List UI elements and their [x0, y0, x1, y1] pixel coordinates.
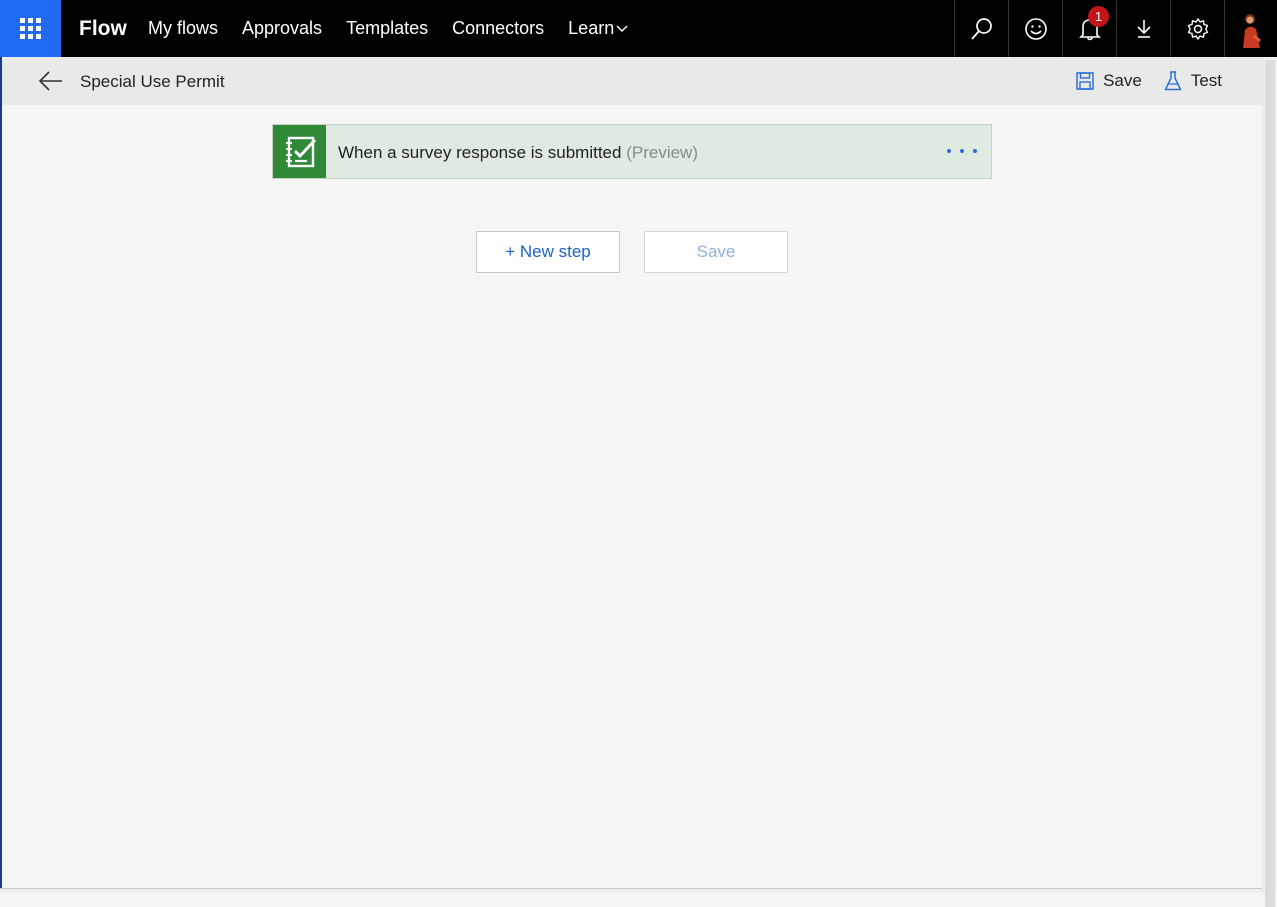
survey-checklist-icon	[285, 136, 316, 167]
app-launcher-button[interactable]	[0, 0, 61, 57]
preview-tag: (Preview)	[626, 143, 698, 162]
nav-learn-label: Learn	[568, 18, 615, 38]
nav-approvals[interactable]: Approvals	[242, 18, 322, 39]
test-button[interactable]: Test	[1164, 71, 1222, 91]
download-button[interactable]	[1116, 0, 1170, 57]
main-nav: My flows Approvals Templates Connectors …	[148, 0, 652, 57]
trigger-card[interactable]: When a survey response is submitted (Pre…	[272, 124, 992, 179]
gear-icon	[1187, 17, 1208, 40]
flow-editor-header: Special Use Permit Save Test	[2, 57, 1262, 105]
notifications-button[interactable]: 1	[1062, 0, 1116, 57]
nav-my-flows[interactable]: My flows	[148, 18, 218, 39]
search-button[interactable]	[954, 0, 1008, 57]
nav-learn[interactable]: Learn	[568, 18, 628, 39]
window-left-edge	[0, 57, 2, 892]
settings-button[interactable]	[1170, 0, 1224, 57]
top-navigation-bar: Flow My flows Approvals Templates Connec…	[0, 0, 1277, 57]
more-options-button[interactable]	[947, 139, 977, 163]
notification-badge: 1	[1088, 6, 1109, 27]
download-icon	[1136, 19, 1151, 38]
user-account-button[interactable]	[1224, 0, 1277, 57]
header-save-label: Save	[1103, 71, 1142, 90]
avatar	[1238, 9, 1264, 48]
back-arrow-icon[interactable]	[38, 69, 64, 93]
flask-icon	[1164, 71, 1182, 91]
editor-actions: Save Test	[1054, 57, 1222, 105]
header-save-button[interactable]: Save	[1076, 71, 1142, 91]
flow-title: Special Use Permit	[80, 72, 225, 91]
test-label: Test	[1190, 71, 1222, 90]
new-step-button[interactable]: + New step	[476, 231, 620, 273]
trigger-connector-tile	[273, 125, 326, 178]
window-bottom-edge	[0, 888, 1262, 893]
smiley-icon	[1024, 17, 1047, 40]
save-icon	[1076, 72, 1094, 90]
chevron-down-icon	[616, 25, 628, 32]
header-actions: 1	[954, 0, 1277, 57]
search-icon	[970, 17, 992, 40]
vertical-scrollbar[interactable]	[1262, 57, 1277, 907]
nav-templates[interactable]: Templates	[346, 18, 428, 39]
trigger-title: When a survey response is submitted (Pre…	[338, 125, 698, 180]
scrollbar-thumb[interactable]	[1265, 60, 1275, 907]
trigger-title-text: When a survey response is submitted	[338, 143, 622, 162]
brand-title[interactable]: Flow	[79, 0, 127, 57]
nav-connectors[interactable]: Connectors	[452, 18, 544, 39]
waffle-icon	[20, 18, 41, 39]
feedback-button[interactable]	[1008, 0, 1062, 57]
save-button[interactable]: Save	[644, 231, 788, 273]
ellipsis-icon	[947, 149, 951, 153]
